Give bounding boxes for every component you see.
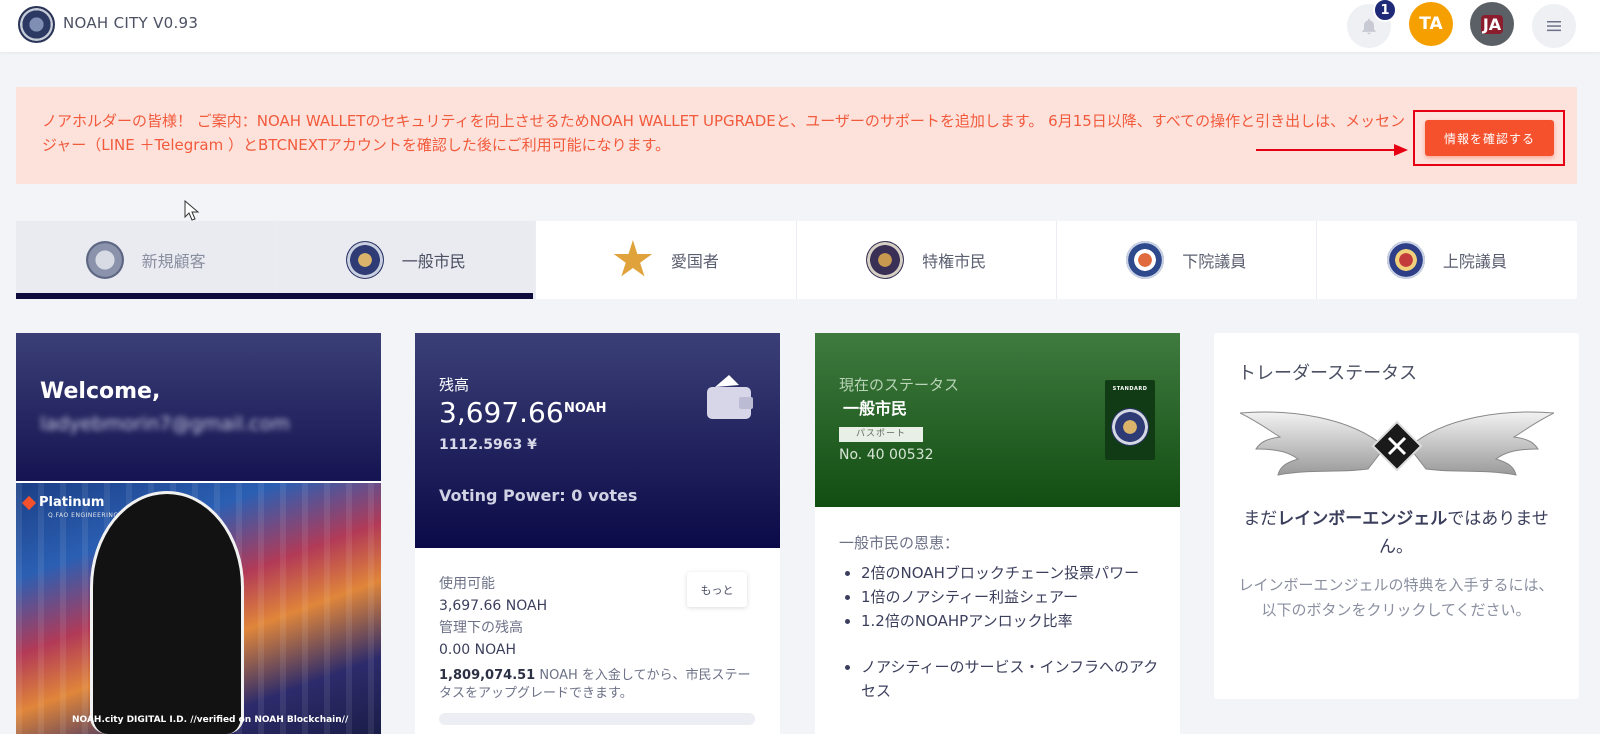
avatar-ja-label: JA [1480,14,1504,34]
avatar-silhouette [90,491,244,734]
list-item: 1.2倍のNOAHPアンロック比率 [861,609,1159,633]
profile-card: Welcome, ladyebmorin7@gmail.com Platinum… [16,333,381,734]
citizen-tier-tabs: 新規顧客 一般市民 愛国者 特権市民 下院議員 上院議員 [16,221,1577,299]
status-header: 現在のステータス 一般市民 パスポート No. 40 00532 STANDAR… [815,333,1180,507]
tab-general-citizen[interactable]: 一般市民 [276,221,537,299]
confirm-info-button[interactable]: 情報を確認する [1425,120,1554,156]
rainbow-angel-hint: レインボーエンジェルの特典を入手するには、以下のボタンをクリックしてください。 [1238,576,1554,619]
hamburger-menu-button[interactable] [1532,4,1576,48]
star-badge-icon [613,240,653,277]
balance-amount: 3,697.66 [439,396,564,429]
status-card: 現在のステータス 一般市民 パスポート No. 40 00532 STANDAR… [815,333,1180,734]
tier-progress-bar [16,293,533,299]
status-value: 一般市民 [843,399,908,418]
status-label: 現在のステータス [839,376,960,394]
tier-label: 下院議員 [1182,252,1247,271]
announcement-banner: ノアホルダーの皆様！ ご案内：NOAH WALLETのセキュリティを向上させるた… [16,87,1577,184]
user-email: ladyebmorin7@gmail.com [40,413,290,435]
citizen-medal-icon [345,241,384,279]
list-item: 1倍のノアシティー利益シェアー [861,585,1159,609]
profile-header: Welcome, ladyebmorin7@gmail.com [16,333,381,481]
tab-house-member[interactable]: 下院議員 [1057,221,1317,299]
upgrade-amount: 1,809,074.51 [439,668,536,683]
avatar-ta[interactable]: TA [1409,2,1453,46]
balance-yen: 1112.5963 ¥ [439,437,537,453]
passport-tag: パスポート [839,427,923,442]
tab-new-customer[interactable]: 新規顧客 [16,221,277,299]
benefits-list: 2倍のNOAHブロックチェーン投票パワー 1倍のノアシティー利益シェアー 1.2… [861,561,1159,703]
tab-privileged-citizen[interactable]: 特権市民 [797,221,1057,299]
platinum-logo: Platinum [21,495,105,510]
tier-label: 上院議員 [1442,252,1507,271]
digital-id-caption: NOAH.city DIGITAL I.D. //verified on NOA… [72,715,349,725]
tier-label: 新規顧客 [141,252,206,271]
visitor-medal-icon [85,241,124,279]
platinum-label: Platinum [39,495,105,510]
senate-seal-icon [1386,241,1425,279]
confirm-info-highlight: 情報を確認する [1413,110,1565,166]
language-avatar-ja[interactable]: JA [1470,2,1514,46]
balance-header: 残高 3,697.66 NOAH 1112.5963 ¥ Voting Powe… [415,333,780,548]
passport-number: No. 40 00532 [839,447,934,463]
status-prefix: まだ [1243,509,1278,529]
wallet-icon [707,375,753,419]
more-button[interactable]: もっと [687,572,747,607]
managed-value: 0.00 NOAH [439,642,516,658]
tab-patriot[interactable]: 愛国者 [536,221,797,299]
passport-image: STANDARD [1105,380,1155,460]
welcome-text: Welcome, [40,379,161,404]
house-seal-icon [1126,241,1165,279]
tier-label: 一般市民 [401,252,466,271]
tier-label: 愛国者 [670,252,719,271]
passport-seal-icon [1111,408,1149,446]
hamburger-menu-icon [1547,21,1561,32]
notification-count-badge: 1 [1373,0,1397,22]
angel-wings-icon [1240,411,1554,476]
rainbow-angel-label: レインボーエンジェル [1277,509,1448,529]
managed-label: 管理下の残高 [439,620,523,636]
balance-label: 残高 [439,376,470,394]
logo-icon[interactable] [18,6,55,43]
top-header: NOAH CITY V0.93 1 TA JA [0,0,1600,52]
platinum-sub: Q.FAO ENGINEERING [48,512,119,519]
rainbow-angel-status: まだレインボーエンジェルではありません。 [1238,505,1554,561]
digital-id-image: Platinum Q.FAO ENGINEERING NOAH.city DIG… [16,483,381,734]
benefits-title: 一般市民の恩恵： [839,534,960,552]
diamond-icon [21,495,37,510]
announcement-text: ノアホルダーの皆様！ ご案内：NOAH WALLETのセキュリティを向上させるた… [42,112,1406,154]
trader-status-card: トレーダーステータス まだレインボーエンジェルではありません。 レインボーエンジ… [1214,333,1579,699]
passport-title: STANDARD [1112,386,1148,392]
bell-icon [1362,18,1376,35]
upgrade-note: 1,809,074.51 NOAH を入金してから、市民ステータスをアップグレー… [439,667,757,703]
voting-power: Voting Power: 0 votes [439,486,638,505]
upgrade-progress-bar [439,713,755,725]
tab-senator[interactable]: 上院議員 [1317,221,1577,299]
balance-card: 残高 3,697.66 NOAH 1112.5963 ¥ Voting Powe… [415,333,780,734]
mouse-cursor-icon [184,199,200,222]
app-title: NOAH CITY V0.93 [63,14,199,32]
trader-status-title: トレーダーステータス [1238,363,1418,384]
tier-label: 特権市民 [922,252,987,271]
balance-unit: NOAH [564,401,607,416]
list-item: 2倍のNOAHブロックチェーン投票パワー [861,561,1159,585]
privileged-seal-icon [866,241,905,279]
list-item: ノアシティーのサービス・インフラへのアクセス [861,655,1159,703]
arrow-right-icon [1256,144,1408,156]
